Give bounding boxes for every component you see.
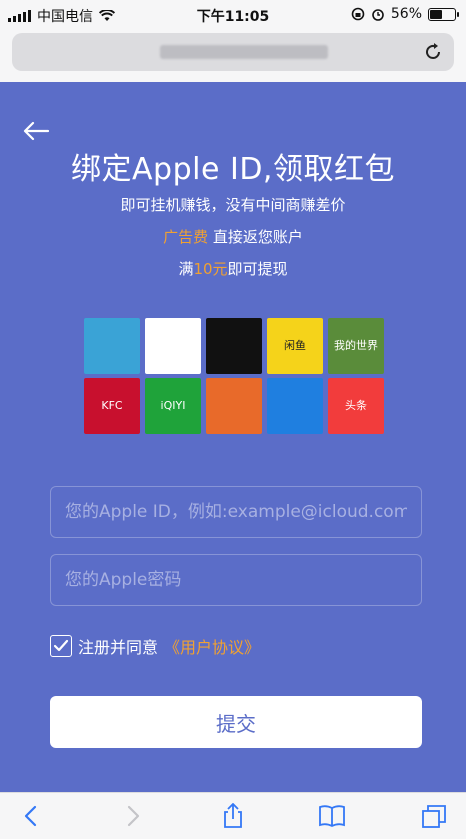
tiktok-icon — [206, 318, 262, 374]
password-field[interactable] — [50, 554, 422, 606]
address-bar[interactable] — [12, 33, 454, 71]
reload-icon[interactable] — [422, 41, 444, 63]
forward-icon[interactable] — [118, 803, 146, 829]
subtitle-line-3-suffix: 即可提现 — [227, 260, 288, 278]
agree-label: 注册并同意 — [78, 638, 159, 657]
browser-toolbar — [0, 792, 466, 839]
shark-game-icon — [206, 378, 262, 434]
ad-fee-highlight: 广告费 — [163, 228, 209, 246]
user-agreement-link[interactable]: 《用户协议》 — [164, 634, 260, 658]
browser-chrome: 中国电信 下午11:05 56% — [0, 0, 466, 82]
toutiao-icon: 头条 — [328, 378, 384, 434]
amount-highlight: 10元 — [193, 260, 228, 278]
battery-percent: 56% — [390, 6, 422, 22]
password-input[interactable] — [51, 555, 421, 605]
status-bar: 中国电信 下午11:05 56% — [0, 0, 466, 28]
app-icon-label: 头条 — [345, 398, 367, 412]
share-icon[interactable] — [219, 803, 247, 829]
wifi-key-icon — [267, 378, 323, 434]
subtitle-line-2-rest: 直接返您账户 — [208, 228, 303, 246]
app-icon-label: iQIYI — [160, 398, 186, 412]
bookmarks-icon[interactable] — [318, 803, 346, 829]
checkmark-icon — [53, 639, 69, 652]
app-icon-label: 我的世界 — [334, 338, 378, 352]
agreement-row: 注册并同意 《用户协议》 — [50, 634, 260, 658]
back-icon[interactable] — [18, 803, 46, 829]
alarm-icon — [372, 9, 384, 21]
subtitle-line-2: 广告费 直接返您账户 — [0, 226, 466, 247]
battery-icon — [428, 7, 459, 21]
apple-id-input[interactable] — [51, 487, 421, 537]
app-icon-label: KFC — [101, 398, 123, 412]
my-world-icon: 我的世界 — [328, 318, 384, 374]
blurred-url — [160, 45, 328, 59]
subtitle-line-1: 即可挂机赚钱，没有中间商赚差价 — [120, 196, 346, 214]
agree-checkbox[interactable] — [50, 635, 72, 657]
app-icon-grid: 闲鱼 我的世界 KFC iQIYI 头条 — [84, 318, 386, 434]
back-arrow-icon[interactable] — [22, 120, 50, 142]
zootopia-app-icon — [84, 318, 140, 374]
iqiyi-icon: iQIYI — [145, 378, 201, 434]
rotation-lock-icon — [351, 7, 365, 21]
submit-button[interactable]: 提交 — [50, 696, 422, 748]
tencent-video-icon — [145, 318, 201, 374]
main-content: 绑定Apple ID,领取红包 即可挂机赚钱，没有中间商赚差价 广告费 直接返您… — [0, 82, 466, 792]
subtitle-line-3-prefix: 满 — [178, 260, 194, 278]
apple-id-field[interactable] — [50, 486, 422, 538]
kfc-icon: KFC — [84, 378, 140, 434]
xianyu-icon: 闲鱼 — [267, 318, 323, 374]
page-title: 绑定Apple ID,领取红包 — [71, 152, 395, 187]
subtitle-line-3: 满10元即可提现 — [0, 258, 466, 279]
app-icon-label: 闲鱼 — [284, 338, 306, 352]
tabs-icon[interactable] — [420, 803, 448, 829]
